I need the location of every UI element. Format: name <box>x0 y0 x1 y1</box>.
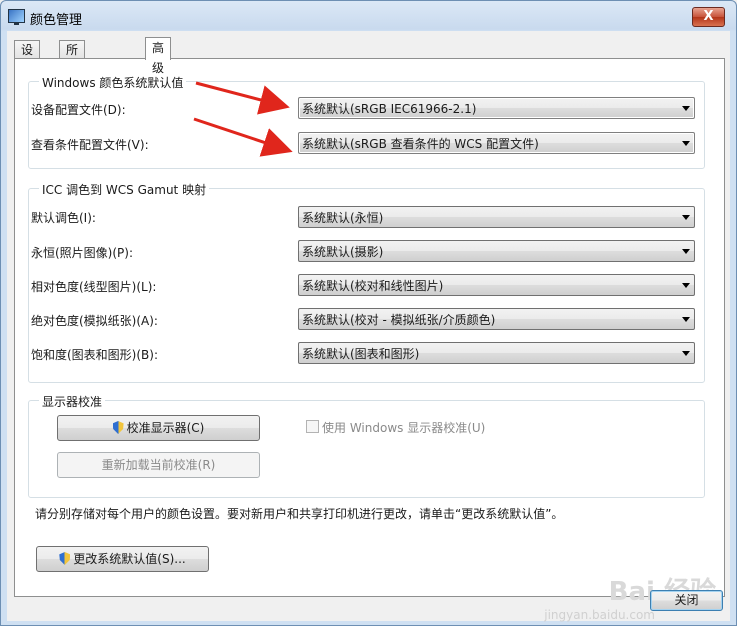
viewing-profile-value: 系统默认(sRGB 查看条件的 WCS 配置文件) <box>302 137 539 151</box>
saturation-select[interactable]: 系统默认(图表和图形) <box>298 342 695 364</box>
calibrate-display-label: 校准显示器(C) <box>126 421 205 435</box>
calibrate-display-button[interactable]: 校准显示器(C) <box>57 415 260 441</box>
default-rendering-select[interactable]: 系统默认(永恒) <box>298 206 695 228</box>
gamut-row-label: 绝对色度(模拟纸张)(A): <box>31 314 158 328</box>
dropdown-arrow-icon <box>682 106 690 111</box>
tab-devices[interactable]: 设备 <box>14 40 41 75</box>
viewing-profile-label: 查看条件配置文件(V): <box>31 138 149 152</box>
footer-note: 请分别存储对每个用户的颜色设置。要对新用户和共享打印机进行更改，请单击“更改系统… <box>35 507 564 521</box>
gamut-mapping-title: ICC 调色到 WCS Gamut 映射 <box>39 181 210 198</box>
advanced-tab-panel: Windows 颜色系统默认值 设备配置文件(D): 系统默认(sRGB IEC… <box>14 58 725 597</box>
gamut-row-label: 永恒(照片图像)(P): <box>31 246 134 260</box>
gamut-row-value: 系统默认(摄影) <box>302 245 384 259</box>
color-management-window: 颜色管理 X 设备 所有配置文件 高级 Windows 颜色系统默认值 设备配置… <box>0 0 737 626</box>
change-system-defaults-label: 更改系统默认值(S)... <box>73 552 186 566</box>
display-calibration-title: 显示器校准 <box>39 393 106 410</box>
checkbox-box[interactable] <box>306 420 319 433</box>
device-profile-select[interactable]: 系统默认(sRGB IEC61966-2.1) <box>298 97 695 119</box>
tab-advanced[interactable]: 高级 <box>145 37 172 75</box>
dropdown-arrow-icon <box>682 351 690 356</box>
gamut-row-label: 默认调色(I): <box>31 211 96 225</box>
absolute-colorimetric-select[interactable]: 系统默认(校对 - 模拟纸张/介质颜色) <box>298 308 695 330</box>
dialog-client-area: 设备 所有配置文件 高级 Windows 颜色系统默认值 设备配置文件(D): … <box>7 31 730 622</box>
dropdown-arrow-icon <box>682 283 690 288</box>
gamut-row-value: 系统默认(永恒) <box>302 211 384 225</box>
viewing-profile-select[interactable]: 系统默认(sRGB 查看条件的 WCS 配置文件) <box>298 132 695 154</box>
gamut-row-label: 相对色度(线型图片)(L): <box>31 280 157 294</box>
window-title: 颜色管理 <box>30 13 83 28</box>
tab-all-profiles[interactable]: 所有配置文件 <box>59 40 86 147</box>
reload-calibration-button[interactable]: 重新加载当前校准(R) <box>57 452 260 478</box>
dropdown-arrow-icon <box>682 317 690 322</box>
display-calibration-group: 显示器校准 校准显示器(C) 重新加载当前校准(R) 使用 Windows 显示… <box>28 393 705 498</box>
windows-defaults-group: Windows 颜色系统默认值 设备配置文件(D): 系统默认(sRGB IEC… <box>28 74 705 169</box>
title-bar: 颜色管理 X <box>1 1 736 31</box>
change-system-defaults-button[interactable]: 更改系统默认值(S)... <box>36 546 209 572</box>
close-dialog-button[interactable]: 关闭 <box>650 590 723 611</box>
gamut-row-label: 饱和度(图表和图形)(B): <box>31 348 159 362</box>
device-profile-value: 系统默认(sRGB IEC61966-2.1) <box>302 102 477 116</box>
relative-colorimetric-select[interactable]: 系统默认(校对和线性图片) <box>298 274 695 296</box>
dropdown-arrow-icon <box>682 141 690 146</box>
gamut-row-value: 系统默认(校对和线性图片) <box>302 279 444 293</box>
gamut-mapping-group: ICC 调色到 WCS Gamut 映射 默认调色(I): 系统默认(永恒) 永… <box>28 181 705 383</box>
gamut-row-value: 系统默认(图表和图形) <box>302 347 420 361</box>
window-close-button[interactable]: X <box>692 7 725 27</box>
dropdown-arrow-icon <box>682 249 690 254</box>
dropdown-arrow-icon <box>682 215 690 220</box>
baidu-watermark-url: jingyan.baidu.com <box>544 608 655 622</box>
windows-defaults-title: Windows 颜色系统默认值 <box>39 74 187 91</box>
gamut-row-value: 系统默认(校对 - 模拟纸张/介质颜色) <box>302 313 496 327</box>
perceptual-select[interactable]: 系统默认(摄影) <box>298 240 695 262</box>
monitor-icon <box>8 9 25 25</box>
uac-shield-icon <box>59 552 71 565</box>
device-profile-label: 设备配置文件(D): <box>31 103 126 117</box>
uac-shield-icon <box>112 421 124 434</box>
use-windows-calibration-label: 使用 Windows 显示器校准(U) <box>322 421 486 435</box>
